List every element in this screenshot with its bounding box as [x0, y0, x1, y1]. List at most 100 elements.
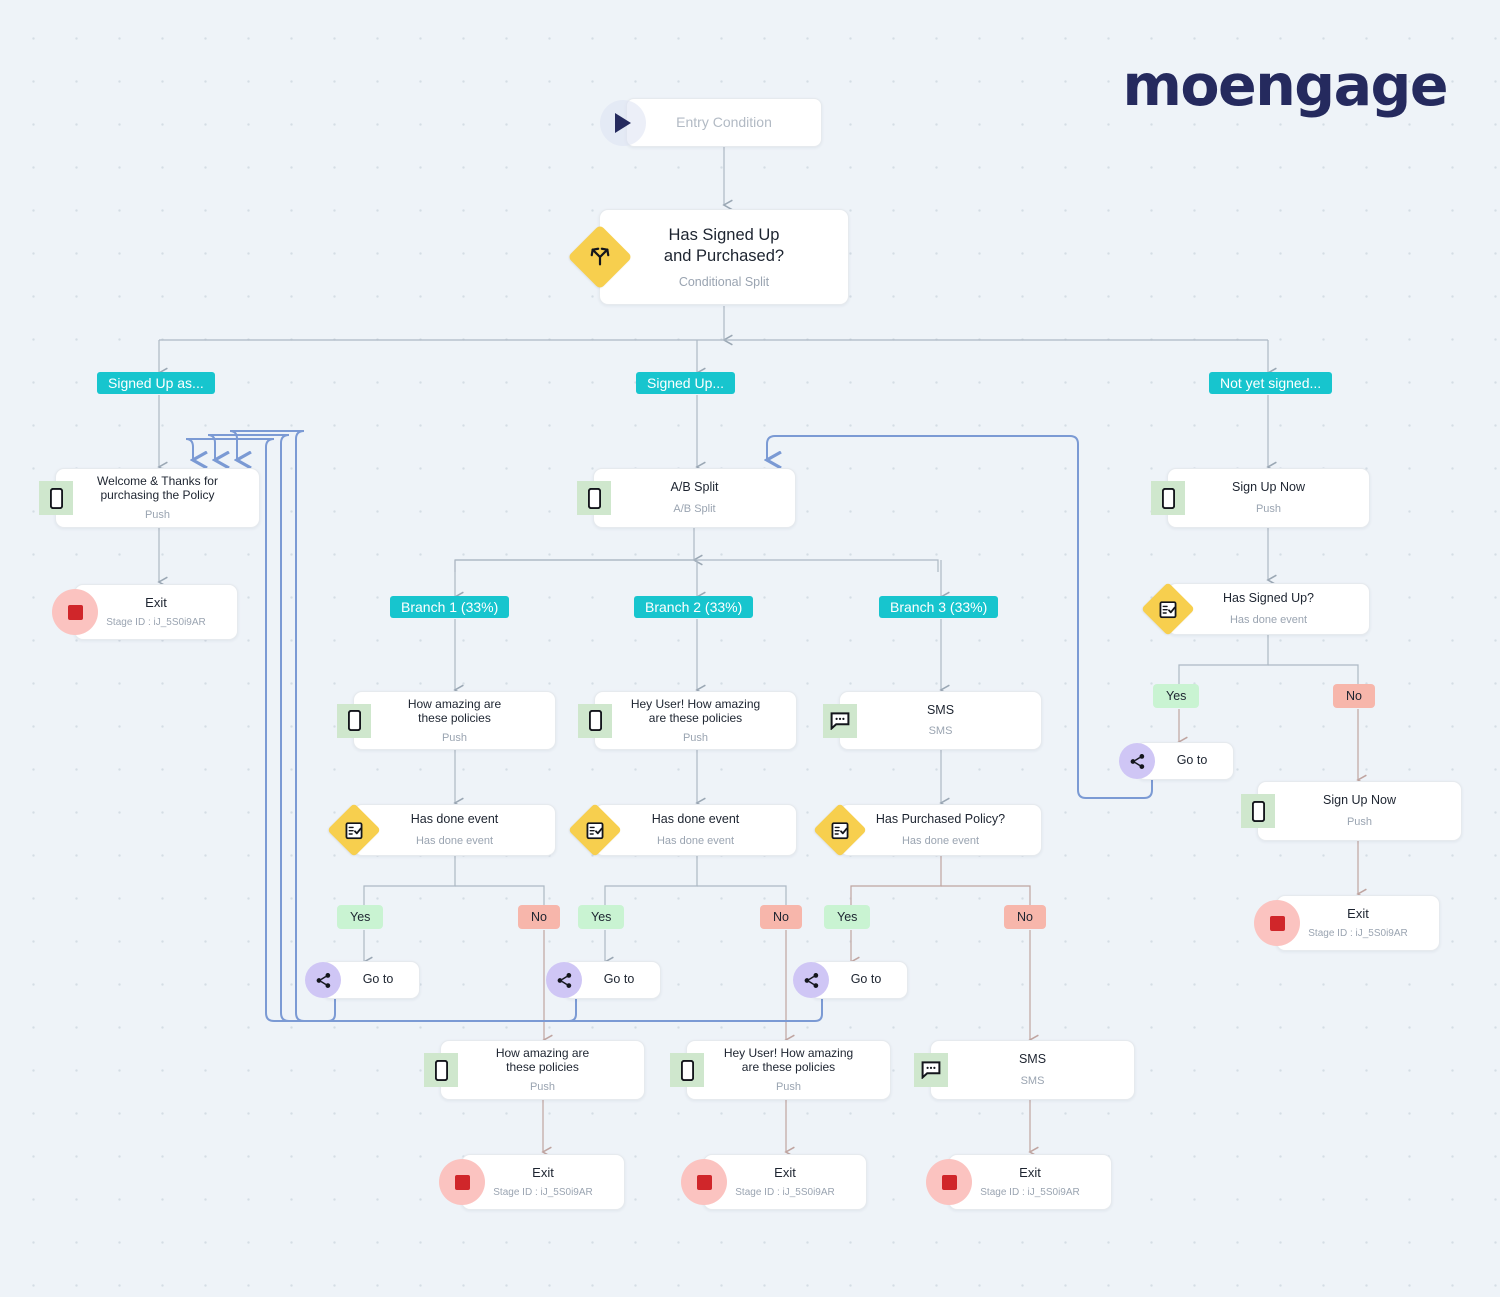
branch-label-2[interactable]: Branch 2 (33%) — [634, 596, 754, 618]
node-ab-split[interactable]: A/B Split A/B Split — [577, 468, 796, 528]
exit-icon — [439, 1159, 485, 1205]
branch1-push-title: How amazing are these policies — [407, 696, 502, 725]
goto-icon — [546, 962, 582, 998]
node-branch3-sms[interactable]: SMS SMS — [823, 691, 1042, 750]
node-branch2-event[interactable]: Has done event Has done event — [568, 803, 797, 857]
node-signup-event[interactable]: Has Signed Up? Has done event — [1141, 582, 1370, 636]
signup-event-subtitle: Has done event — [1229, 613, 1308, 626]
exit-icon — [1254, 900, 1300, 946]
exit-right-stage-id: Stage ID : iJ_5S0i9AR — [1308, 927, 1408, 939]
branch1-event-title: Has done event — [410, 812, 499, 827]
signup-push-2-title: Sign Up Now — [1323, 793, 1396, 808]
signup-push-subtitle: Push — [1255, 502, 1282, 515]
exit-icon — [681, 1159, 727, 1205]
push-icon — [670, 1053, 704, 1087]
branch-label-not-yet-signed[interactable]: Not yet signed... — [1209, 372, 1333, 394]
node-signup-push-2[interactable]: Sign Up Now Push — [1241, 781, 1462, 841]
exit-branch1-title: Exit — [532, 1165, 554, 1181]
branch1-event-subtitle: Has done event — [415, 834, 494, 847]
branch3-sms-title: SMS — [926, 702, 955, 717]
branch-label-1[interactable]: Branch 1 (33%) — [390, 596, 510, 618]
exit-branch2-stage-id: Stage ID : iJ_5S0i9AR — [735, 1186, 835, 1198]
play-icon — [600, 99, 646, 146]
push-icon — [1241, 794, 1275, 828]
push-icon — [578, 703, 612, 738]
exit-branch3-title: Exit — [1019, 1165, 1041, 1181]
conditional-split-title: Has Signed Up and Purchased? — [663, 226, 785, 265]
condition-label-branch1-no[interactable]: No — [518, 905, 560, 929]
exit-branch2-title: Exit — [774, 1165, 796, 1181]
condition-label-right-no[interactable]: No — [1333, 684, 1375, 708]
node-exit-right[interactable]: Exit Stage ID : iJ_5S0i9AR — [1254, 895, 1440, 951]
node-goto-branch3[interactable]: Go to — [793, 961, 908, 999]
node-branch3-event[interactable]: Has Purchased Policy? Has done event — [813, 803, 1042, 857]
sms-icon — [823, 703, 857, 738]
node-welcome-push[interactable]: Welcome & Thanks for purchasing the Poli… — [39, 468, 260, 528]
goto-branch3-title: Go to — [850, 972, 882, 987]
condition-label-branch3-yes[interactable]: Yes — [824, 905, 871, 929]
exit-icon — [926, 1159, 972, 1205]
signup-push-2-subtitle: Push — [1346, 815, 1373, 828]
bottom-push-1-subtitle: Push — [529, 1081, 556, 1093]
branch2-event-subtitle: Has done event — [656, 834, 735, 847]
node-conditional-split[interactable]: Has Signed Up and Purchased? Conditional… — [567, 209, 849, 305]
node-bottom-sms[interactable]: SMS SMS — [914, 1040, 1135, 1100]
node-exit-branch1[interactable]: Exit Stage ID : iJ_5S0i9AR — [439, 1154, 625, 1210]
ab-split-subtitle: A/B Split — [673, 502, 716, 515]
welcome-push-title: Welcome & Thanks for purchasing the Poli… — [97, 474, 218, 502]
journey-canvas[interactable]: m o engage Entry Condition Has Signed Up a… — [0, 0, 1500, 1297]
connector-layer — [0, 147, 1500, 1297]
branch-label-3[interactable]: Branch 3 (33%) — [879, 596, 999, 618]
node-exit-left[interactable]: Exit Stage ID : iJ_5S0i9AR — [52, 584, 238, 640]
push-icon — [1151, 481, 1185, 515]
signup-event-title: Has Signed Up? — [1222, 591, 1315, 606]
has-done-event-icon — [813, 803, 867, 857]
condition-label-branch2-yes[interactable]: Yes — [578, 905, 625, 929]
branch-label-signed-up-as[interactable]: Signed Up as... — [97, 372, 215, 394]
node-branch1-push[interactable]: How amazing are these policies Push — [337, 691, 556, 750]
branch3-event-title: Has Purchased Policy? — [875, 812, 1006, 827]
node-branch2-push[interactable]: Hey User! How amazing are these policies… — [578, 691, 797, 750]
goto-branch2-title: Go to — [603, 972, 635, 987]
condition-label-branch3-no[interactable]: No — [1004, 905, 1046, 929]
entry-condition-title: Entry Condition — [676, 113, 772, 130]
node-bottom-push-2[interactable]: Hey User! How amazing are these policies… — [670, 1040, 891, 1100]
welcome-push-subtitle: Push — [144, 509, 171, 521]
push-icon — [39, 481, 73, 515]
branch2-push-title: Hey User! How amazing are these policies — [630, 696, 761, 725]
node-signup-push[interactable]: Sign Up Now Push — [1151, 468, 1370, 528]
has-done-event-icon — [1141, 582, 1195, 636]
node-goto-branch1[interactable]: Go to — [305, 961, 420, 999]
branch3-event-subtitle: Has done event — [901, 834, 980, 847]
branch-label-signed-up[interactable]: Signed Up... — [636, 372, 736, 394]
sms-icon — [914, 1053, 948, 1087]
bottom-push-1-title: How amazing are these policies — [495, 1046, 590, 1074]
branch3-sms-subtitle: SMS — [928, 725, 953, 738]
goto-icon — [1119, 743, 1155, 779]
moengage-logo: m o engage — [1122, 53, 1448, 119]
conditional-split-icon — [567, 224, 633, 290]
ab-split-title: A/B Split — [670, 480, 719, 495]
node-entry-condition[interactable]: Entry Condition — [600, 98, 822, 147]
exit-branch1-stage-id: Stage ID : iJ_5S0i9AR — [493, 1186, 593, 1198]
condition-label-branch1-yes[interactable]: Yes — [337, 905, 384, 929]
node-exit-branch3[interactable]: Exit Stage ID : iJ_5S0i9AR — [926, 1154, 1112, 1210]
node-exit-branch2[interactable]: Exit Stage ID : iJ_5S0i9AR — [681, 1154, 867, 1210]
branch2-event-title: Has done event — [651, 812, 740, 827]
node-goto-branch2[interactable]: Go to — [546, 961, 661, 999]
push-icon — [337, 703, 371, 738]
goto-icon — [793, 962, 829, 998]
condition-label-branch2-no[interactable]: No — [760, 905, 802, 929]
condition-label-right-yes[interactable]: Yes — [1153, 684, 1200, 708]
node-goto-right[interactable]: Go to — [1119, 742, 1234, 780]
bottom-sms-title: SMS — [1018, 1052, 1047, 1067]
node-bottom-push-1[interactable]: How amazing are these policies Push — [424, 1040, 645, 1100]
exit-left-title: Exit — [145, 595, 167, 611]
goto-branch1-title: Go to — [362, 972, 394, 987]
branch1-push-subtitle: Push — [441, 731, 468, 744]
branch2-push-subtitle: Push — [682, 731, 709, 744]
exit-icon — [52, 589, 98, 635]
bottom-push-2-subtitle: Push — [775, 1081, 802, 1093]
goto-right-title: Go to — [1176, 753, 1208, 768]
node-branch1-event[interactable]: Has done event Has done event — [327, 803, 556, 857]
